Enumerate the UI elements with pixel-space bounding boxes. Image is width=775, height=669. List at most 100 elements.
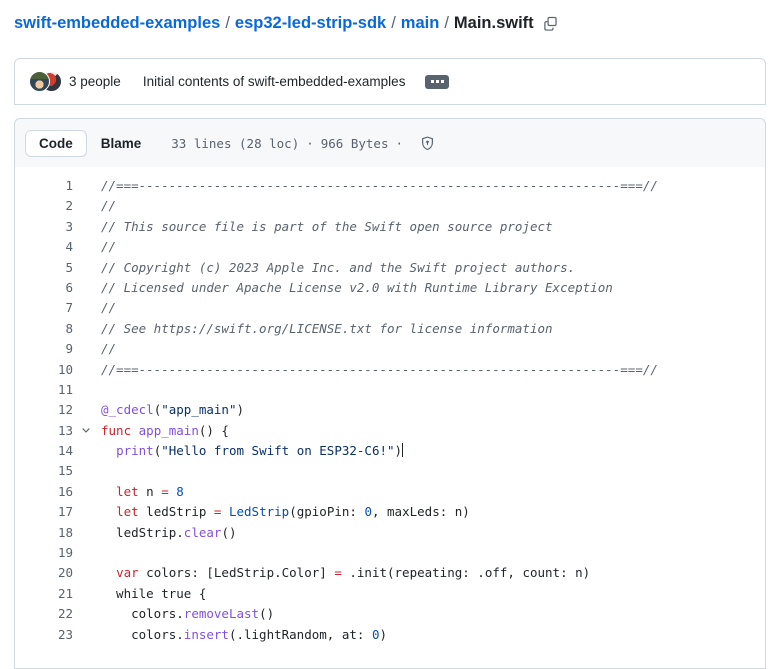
code-line-content[interactable]: print("Hello from Swift on ESP32-C6!") bbox=[99, 441, 404, 461]
code-row: 2 // bbox=[15, 196, 765, 216]
code-token: = bbox=[161, 483, 169, 499]
code-line-content[interactable]: var colors: [LedStrip.Color] = .init(rep… bbox=[99, 563, 590, 583]
code-line-content[interactable]: colors.insert(.lightRandom, at: 0) bbox=[99, 625, 387, 645]
line-number[interactable]: 21 bbox=[15, 584, 73, 604]
line-number[interactable]: 8 bbox=[15, 319, 73, 339]
code-token: while true { bbox=[101, 585, 207, 601]
line-number[interactable]: 12 bbox=[15, 400, 73, 420]
line-number[interactable]: 2 bbox=[15, 196, 73, 216]
code-token: @_cdecl bbox=[101, 402, 154, 418]
commit-authors-label[interactable]: 3 people bbox=[69, 74, 121, 89]
commit-message-link[interactable]: Initial contents of swift-embedded-examp… bbox=[143, 74, 406, 89]
code-token: ) bbox=[236, 402, 245, 418]
code-line-content[interactable]: // See https://swift.org/LICENSE.txt for… bbox=[99, 319, 553, 339]
line-number[interactable]: 7 bbox=[15, 298, 73, 318]
code-line-content[interactable]: //===-----------------------------------… bbox=[99, 176, 658, 196]
code-token: colors. bbox=[101, 626, 184, 642]
line-number[interactable]: 9 bbox=[15, 339, 73, 359]
code-line-content[interactable]: while true { bbox=[99, 584, 206, 604]
code-token: app_main bbox=[138, 422, 199, 438]
code-line-content[interactable]: let n = 8 bbox=[99, 482, 184, 502]
code-line-content[interactable]: // bbox=[99, 237, 116, 257]
code-token: // This source file is part of the Swift… bbox=[101, 218, 553, 234]
code-row: 19 bbox=[15, 543, 765, 563]
breadcrumb-dir-link-1[interactable]: main bbox=[401, 14, 440, 33]
line-number[interactable]: 4 bbox=[15, 237, 73, 257]
line-number[interactable]: 6 bbox=[15, 278, 73, 298]
code-token: // Copyright (c) 2023 Apple Inc. and the… bbox=[101, 259, 576, 275]
code-token: (.lightRandom, at: bbox=[228, 626, 372, 642]
avatar[interactable] bbox=[29, 70, 50, 92]
code-token: // bbox=[101, 198, 117, 214]
expand-commit-message-button[interactable] bbox=[425, 74, 450, 89]
code-line-content[interactable]: ledStrip.clear() bbox=[99, 523, 236, 543]
breadcrumb-separator-1: / bbox=[225, 14, 230, 32]
code-line-content[interactable]: // This source file is part of the Swift… bbox=[99, 217, 553, 237]
line-number[interactable]: 11 bbox=[15, 380, 73, 400]
line-number[interactable]: 22 bbox=[15, 604, 73, 624]
line-number[interactable]: 1 bbox=[15, 176, 73, 196]
line-number[interactable]: 19 bbox=[15, 543, 73, 563]
code-row: 21 while true { bbox=[15, 584, 765, 604]
code-line-content[interactable]: func app_main() { bbox=[99, 421, 229, 441]
text-cursor bbox=[402, 443, 404, 458]
code-line-content[interactable]: // bbox=[99, 339, 116, 359]
code-row: 10 //===---------------------------------… bbox=[15, 360, 765, 380]
line-number[interactable]: 3 bbox=[15, 217, 73, 237]
code-line-content[interactable]: colors.removeLast() bbox=[99, 604, 274, 624]
code-line-content[interactable]: // Copyright (c) 2023 Apple Inc. and the… bbox=[99, 258, 575, 278]
latest-commit-bar: 3 people Initial contents of swift-embed… bbox=[14, 58, 766, 105]
copy-path-icon[interactable] bbox=[543, 16, 558, 31]
code-token: = bbox=[334, 565, 342, 581]
line-number[interactable]: 15 bbox=[15, 461, 73, 481]
code-row: 1 //===----------------------------------… bbox=[15, 176, 765, 196]
code-token: "app_main" bbox=[161, 402, 237, 418]
code-token: print bbox=[116, 443, 154, 459]
code-line-content[interactable]: // Licensed under Apache License v2.0 wi… bbox=[99, 278, 613, 298]
line-number[interactable]: 23 bbox=[15, 625, 73, 645]
code-token: ) bbox=[379, 626, 388, 642]
line-number[interactable]: 13 bbox=[15, 421, 73, 441]
code-row: 17 let ledStrip = LedStrip(gpioPin: 0, m… bbox=[15, 502, 765, 522]
line-number[interactable]: 5 bbox=[15, 258, 73, 278]
code-row: 3 // This source file is part of the Swif… bbox=[15, 217, 765, 237]
breadcrumb-dir-link-0[interactable]: esp32-led-strip-sdk bbox=[235, 14, 386, 33]
code-row: 12 @_cdecl("app_main") bbox=[15, 400, 765, 420]
shield-check-icon[interactable] bbox=[420, 136, 435, 151]
avatar-stack[interactable] bbox=[29, 70, 65, 93]
code-token: ledStrip. bbox=[101, 524, 184, 540]
code-row: 11 bbox=[15, 380, 765, 400]
code-line-content[interactable]: //===-----------------------------------… bbox=[99, 360, 658, 380]
line-number[interactable]: 10 bbox=[15, 360, 73, 380]
code-row: 8 // See https://swift.org/LICENSE.txt fo… bbox=[15, 319, 765, 339]
code-line-content[interactable]: // bbox=[99, 196, 116, 216]
code-token: LedStrip bbox=[228, 504, 290, 520]
code-line-content[interactable]: let ledStrip = LedStrip(gpioPin: 0, maxL… bbox=[99, 502, 470, 522]
line-number[interactable]: 20 bbox=[15, 563, 73, 583]
code-line-content[interactable]: // bbox=[99, 298, 116, 318]
chevron-down-icon[interactable] bbox=[73, 420, 99, 440]
code-row: 5 // Copyright (c) 2023 Apple Inc. and th… bbox=[15, 258, 765, 278]
code-line-content[interactable]: @_cdecl("app_main") bbox=[99, 400, 244, 420]
code-row: 20 var colors: [LedStrip.Color] = .init(… bbox=[15, 563, 765, 583]
file-metadata: 33 lines (28 loc) · 966 Bytes · bbox=[171, 136, 435, 151]
meta-separator-1: · bbox=[306, 135, 314, 151]
line-number[interactable]: 14 bbox=[15, 441, 73, 461]
tab-code[interactable]: Code bbox=[25, 129, 87, 157]
code-token: let bbox=[116, 483, 139, 499]
code-viewer-panel[interactable]: 1 //===----------------------------------… bbox=[14, 167, 766, 669]
code-token: insert bbox=[183, 626, 229, 642]
breadcrumb-separator-2: / bbox=[391, 14, 396, 32]
meta-separator-2: · bbox=[395, 135, 404, 151]
breadcrumb-repo-link[interactable]: swift-embedded-examples bbox=[14, 14, 220, 33]
line-number[interactable]: 17 bbox=[15, 502, 73, 522]
line-number[interactable]: 16 bbox=[15, 482, 73, 502]
line-number[interactable]: 18 bbox=[15, 523, 73, 543]
breadcrumb: swift-embedded-examples / esp32-led-stri… bbox=[14, 14, 558, 33]
breadcrumb-current-file: Main.swift bbox=[453, 14, 534, 32]
tab-blame[interactable]: Blame bbox=[87, 130, 156, 157]
